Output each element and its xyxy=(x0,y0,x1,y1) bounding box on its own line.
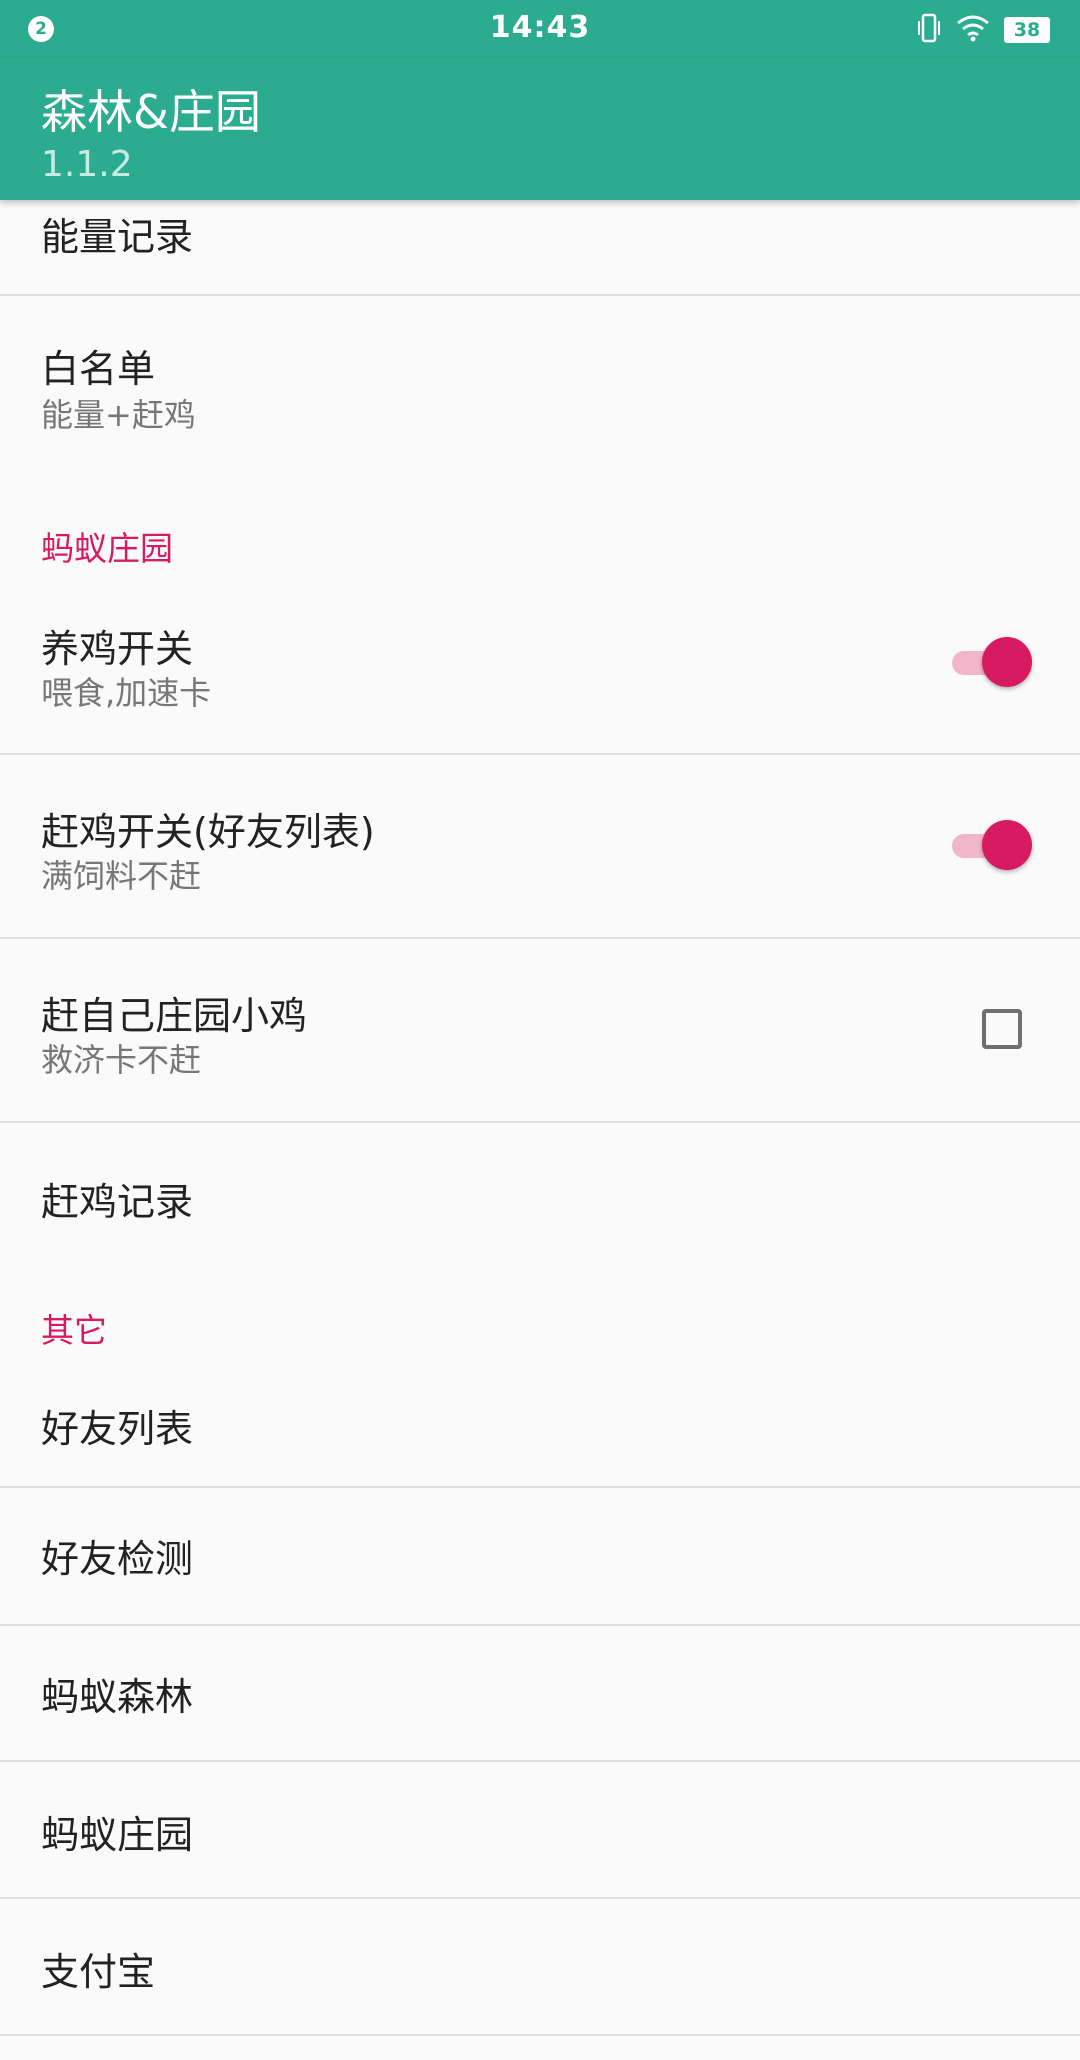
pref-summary: 能量+赶鸡 xyxy=(41,396,196,434)
pref-title: 赶鸡记录 xyxy=(41,1180,194,1224)
drive-own-checkbox[interactable] xyxy=(982,1009,1022,1049)
vibrate-icon xyxy=(916,13,942,47)
pref-summary: 满饲料不赶 xyxy=(41,857,202,895)
pref-summary: 救济卡不赶 xyxy=(41,1041,202,1079)
pref-title: 好友列表 xyxy=(41,1407,194,1451)
pref-friend-list[interactable]: 好友列表 xyxy=(0,1360,1080,1486)
pref-alipay[interactable]: 支付宝 xyxy=(0,1899,1080,2035)
pref-title: 赶鸡开关(好友列表) xyxy=(41,810,375,854)
divider xyxy=(0,2034,1080,2036)
status-bar: 2 14:43 38 xyxy=(0,0,1080,58)
chicken-switch-toggle[interactable] xyxy=(950,637,1032,687)
pref-whitelist[interactable]: 白名单 能量+赶鸡 xyxy=(0,296,1080,468)
pref-title: 养鸡开关 xyxy=(41,627,194,671)
category-ant-farm: 蚂蚁庄园 xyxy=(41,529,173,568)
pref-drive-own[interactable]: 赶自己庄园小鸡 救济卡不赶 xyxy=(0,939,1080,1121)
pref-friend-check[interactable]: 好友检测 xyxy=(0,1488,1080,1624)
pref-ant-farm[interactable]: 蚂蚁庄园 xyxy=(0,1762,1080,1898)
pref-title: 赶自己庄园小鸡 xyxy=(41,994,308,1038)
pref-chicken-switch[interactable]: 养鸡开关 喂食,加速卡 xyxy=(0,580,1080,754)
battery-icon: 38 xyxy=(1004,17,1050,43)
pref-summary: 喂食,加速卡 xyxy=(41,674,212,712)
app-toolbar: 森林&庄园 1.1.2 xyxy=(0,58,1080,200)
status-icons: 38 xyxy=(916,13,1050,47)
category-other: 其它 xyxy=(41,1311,107,1350)
drive-switch-toggle[interactable] xyxy=(950,820,1032,870)
app-title: 森林&庄园 xyxy=(41,85,261,139)
pref-title: 白名单 xyxy=(41,347,156,391)
pref-drive-log[interactable]: 赶鸡记录 xyxy=(0,1123,1080,1259)
pref-title: 能量记录 xyxy=(41,215,194,259)
wifi-icon xyxy=(956,14,990,46)
pref-title: 蚂蚁庄园 xyxy=(41,1813,194,1857)
pref-ant-forest[interactable]: 蚂蚁森林 xyxy=(0,1626,1080,1762)
pref-drive-switch[interactable]: 赶鸡开关(好友列表) 满饲料不赶 xyxy=(0,755,1080,937)
pref-title: 蚂蚁森林 xyxy=(41,1675,194,1719)
pref-title: 支付宝 xyxy=(41,1950,156,1994)
app-version: 1.1.2 xyxy=(41,144,133,185)
pref-title: 好友检测 xyxy=(41,1537,194,1581)
